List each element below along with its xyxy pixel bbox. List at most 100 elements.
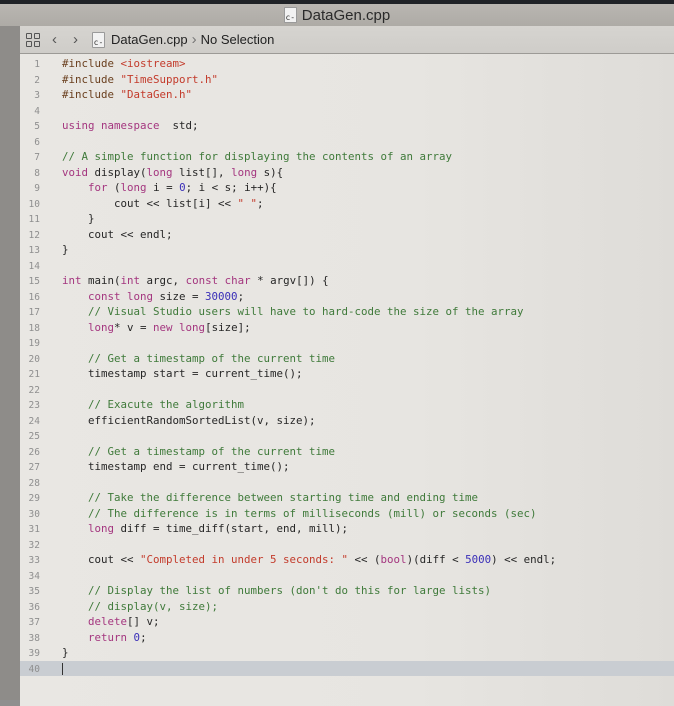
line-number: 29 [28,493,40,504]
code-line[interactable]: 35 // Display the list of numbers (don't… [20,583,674,599]
code-line[interactable]: 7 // A simple function for displaying the… [20,149,674,165]
code-line[interactable]: 29 // Take the difference between starti… [20,490,674,506]
code-line[interactable]: 32 [20,537,674,553]
code-line[interactable]: 33 cout << "Completed in under 5 seconds… [20,552,674,568]
code-line[interactable]: 3 #include "DataGen.h" [20,87,674,103]
grid-icon[interactable] [26,32,40,47]
code-text: for (long i = 0; i < s; i++){ [62,180,277,196]
code-line[interactable]: 39} [20,645,674,661]
code-line[interactable]: 8 void display(long list[], long s){ [20,165,674,181]
code-text: const long size = 30000; [62,289,244,305]
jumpbar-file[interactable]: DataGen.cpp [111,32,188,47]
code-text: // Get a timestamp of the current time [62,351,335,367]
code-line[interactable]: 30 // The difference is in terms of mill… [20,506,674,522]
code-line[interactable]: 25 [20,428,674,444]
line-number: 38 [28,632,40,644]
code-line[interactable]: 1 #include <iostream> [20,56,674,72]
code-token: <iostream> [120,57,186,70]
code-line[interactable]: 27 timestamp end = current_time(); [20,459,674,475]
code-text: timestamp end = current_time(); [62,459,290,475]
code-line[interactable]: 26 // Get a timestamp of the current tim… [20,444,674,460]
code-token: // Visual Studio users will have to hard… [88,305,524,318]
code-token: argc, [140,274,186,287]
code-line[interactable]: 9 for (long i = 0; i < s; i++){ [20,180,674,196]
code-text: } [62,242,69,258]
code-line[interactable]: 14 [20,258,674,274]
code-line[interactable]: 2 #include "TimeSupport.h" [20,72,674,88]
jumpbar-selection[interactable]: No Selection [201,32,275,47]
code-text: cout << "Completed in under 5 seconds: "… [62,552,556,568]
code-line[interactable]: 36 // display(v, size); [20,599,674,615]
code-editor[interactable]: 1 #include <iostream> 2 #include "TimeSuppo… [20,54,674,706]
line-number: 28 [28,477,40,489]
line-number: 25 [28,431,40,442]
line-number: 4 [34,105,40,117]
code-token: "TimeSupport.h" [120,72,219,86]
code-line[interactable]: 20 // Get a timestamp of the current tim… [20,351,674,367]
code-line[interactable]: 4 [20,103,674,119]
code-line[interactable]: 28 [20,475,674,491]
code-line[interactable]: 11 } [20,211,674,227]
line-number: 24 [28,415,40,427]
line-number: 35 [28,586,40,597]
code-token: 5000 [465,553,492,566]
line-number: 1 [34,59,40,70]
code-line[interactable]: 31 long diff = time_diff(start, end, mil… [20,521,674,537]
chevron-left-icon[interactable]: ‹ [52,31,57,48]
code-token: timestamp end = current_time(); [62,460,290,473]
code-line[interactable]: 22 [20,382,674,398]
code-line[interactable]: 37 delete[] v; [20,614,674,630]
code-line[interactable]: 12 cout << endl; [20,227,674,243]
code-token: } [62,243,69,256]
code-token: long [120,181,147,194]
code-text: #include "TimeSupport.h" [62,72,218,88]
code-token: // display(v, size); [88,599,219,613]
code-line[interactable]: 34 [20,568,674,584]
jump-bar: ‹ › c- DataGen.cpp › No Selection [20,26,674,54]
chevron-right-icon[interactable]: › [73,31,78,48]
code-text: cout << list[i] << " "; [62,196,264,212]
code-line[interactable]: 21 timestamp start = current_time(); [20,366,674,382]
code-token: new long [153,320,206,334]
window-titlebar: c- DataGen.cpp [0,4,674,26]
code-line[interactable]: 6 [20,134,674,150]
source-code[interactable]: 1 #include <iostream> 2 #include "TimeSuppo… [20,56,674,676]
editor-window: ‹ › c- DataGen.cpp › No Selection 1 #incl… [20,26,674,706]
line-number: 9 [34,183,40,194]
code-line[interactable]: 13} [20,242,674,258]
line-number: 6 [34,136,40,148]
code-token: list[], [172,165,232,179]
code-line[interactable]: 16 const long size = 30000; [20,289,674,305]
code-line[interactable]: 5 using namespace std; [20,118,674,134]
code-token: } [62,646,69,659]
code-text: } [62,211,95,227]
line-number: 37 [28,617,40,628]
code-token: ) << endl; [491,553,557,566]
code-token: 30000 [205,289,238,303]
code-text: void display(long list[], long s){ [62,165,283,181]
code-text: delete[] v; [62,614,160,630]
code-line[interactable]: 40 [20,660,674,676]
code-line[interactable]: 38 return 0; [20,630,674,646]
line-number: 7 [34,152,40,163]
line-number: 32 [28,539,40,551]
code-line[interactable]: 18 long* v = new long[size]; [20,320,674,336]
code-line[interactable]: 23 // Exacute the algorithm [20,397,674,413]
line-number: 10 [28,198,40,210]
code-text: // Exacute the algorithm [62,397,244,413]
code-line[interactable]: 19 [20,335,674,351]
code-text: // Get a timestamp of the current time [62,444,335,460]
code-line[interactable]: 15 int main(int argc, const char * argv[]… [20,273,674,289]
code-line[interactable]: 17 // Visual Studio users will have to h… [20,304,674,320]
line-number: 3 [34,90,40,101]
text-cursor [62,662,63,675]
code-line[interactable]: 24 efficientRandomSortedList(v, size); [20,413,674,429]
code-line[interactable]: 10 cout << list[i] << " "; [20,196,674,212]
